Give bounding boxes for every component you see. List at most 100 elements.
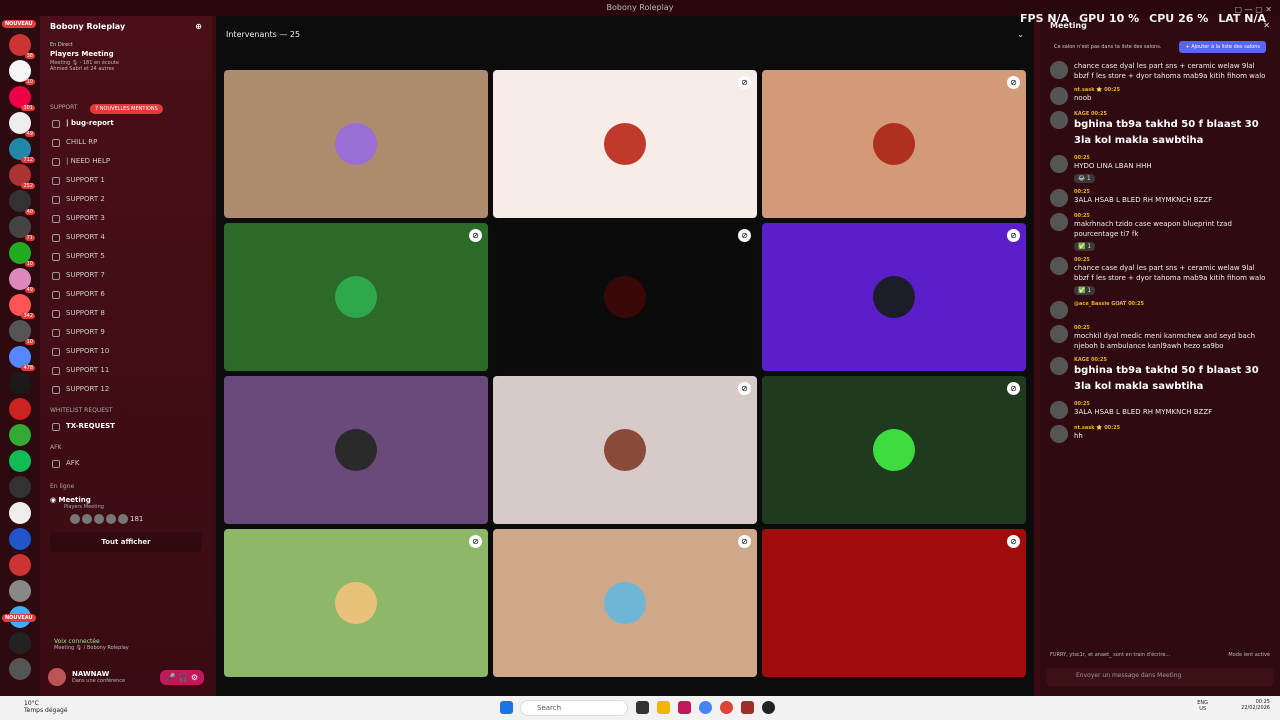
avatar[interactable] <box>1050 425 1068 443</box>
speaker-icon <box>52 459 60 468</box>
channel-item[interactable]: | NEED HELP <box>40 152 212 171</box>
server-icon[interactable] <box>9 658 31 680</box>
speaker-tile[interactable]: ⊘ <box>493 376 757 524</box>
channel-afk[interactable]: AFK <box>40 454 212 473</box>
avatar[interactable] <box>1050 257 1068 275</box>
server-icon[interactable] <box>9 502 31 524</box>
unread-badge: 10 <box>24 79 35 85</box>
speaker-tile[interactable]: ⊘ <box>224 529 488 677</box>
channel-item[interactable]: SUPPORT 2 <box>40 190 212 209</box>
meeting-channel[interactable]: ◉ Meeting <box>50 496 202 504</box>
category-afk[interactable]: AFK <box>40 442 212 454</box>
speaker-tile[interactable]: ⊘ <box>493 70 757 218</box>
server-header[interactable]: Bobony Roleplay ⊕ <box>40 16 212 40</box>
server-icon[interactable]: 10 <box>9 60 35 85</box>
speaker-tile[interactable]: ⊘ <box>762 70 1026 218</box>
avatar[interactable] <box>1050 325 1068 343</box>
channel-item[interactable]: SUPPORT 6 <box>40 285 212 304</box>
game-icon[interactable] <box>741 701 754 714</box>
avatar[interactable] <box>1050 111 1068 129</box>
server-icon[interactable]: 71 <box>9 216 35 241</box>
channel-item[interactable]: SUPPORT 8 <box>40 304 212 323</box>
window-title: Bobony Roleplay <box>606 3 674 12</box>
folder-icon[interactable] <box>657 701 670 714</box>
live-event-card[interactable]: En Direct Players Meeting Meeting 🎙 · 18… <box>40 40 212 74</box>
channel-item[interactable]: CHILL RP <box>40 133 212 152</box>
server-icon[interactable] <box>9 528 31 550</box>
category-whitelist[interactable]: WHITELIST REQUEST <box>40 405 212 417</box>
speaker-tile[interactable]: ⊘ <box>493 223 757 371</box>
avatar[interactable] <box>1050 213 1068 231</box>
server-icon[interactable] <box>9 398 31 420</box>
lock-icon <box>52 176 60 185</box>
avatar[interactable] <box>1050 61 1068 79</box>
task-view-icon[interactable] <box>636 701 649 714</box>
message-input[interactable]: Envoyer un message dans Meeting <box>1046 668 1274 686</box>
server-icon[interactable]: 712 <box>9 138 35 163</box>
channel-item[interactable]: SUPPORT 12 <box>40 380 212 399</box>
channel-item[interactable]: SUPPORT 4 <box>40 228 212 247</box>
server-icon[interactable] <box>9 450 31 472</box>
server-icon[interactable] <box>9 476 31 498</box>
reaction[interactable]: ✅ 1 <box>1074 242 1096 251</box>
avatar[interactable] <box>1050 357 1068 375</box>
chat-message: nt.sask ⭐ 00:25 noob <box>1040 84 1280 108</box>
server-icon[interactable]: 252 <box>9 164 35 189</box>
search-input[interactable]: Search <box>520 700 628 716</box>
server-icon[interactable]: 40 <box>9 190 35 215</box>
avatar[interactable] <box>1050 155 1068 173</box>
steam-icon[interactable] <box>762 701 775 714</box>
speaker-tile[interactable]: ⊘ <box>224 223 488 371</box>
message-author[interactable]: @ace_Bassie GOAT 00:25 <box>1074 301 1144 307</box>
chrome-icon[interactable] <box>699 701 712 714</box>
server-icon[interactable]: 10 <box>9 242 35 267</box>
channel-item[interactable]: SUPPORT 7 <box>40 266 212 285</box>
server-icon[interactable] <box>9 372 31 394</box>
speaker-tile[interactable]: ⊘ <box>493 529 757 677</box>
server-icon[interactable]: 38 <box>9 34 35 59</box>
server-icon[interactable]: 342 <box>9 294 35 319</box>
server-icon[interactable] <box>9 632 31 654</box>
lock-icon <box>52 271 60 280</box>
speaker-tile[interactable]: ⊘ <box>762 376 1026 524</box>
show-all-button[interactable]: Tout afficher <box>50 532 202 552</box>
channel-item[interactable]: SUPPORT 9 <box>40 323 212 342</box>
start-icon[interactable] <box>500 701 513 714</box>
channel-tx-request[interactable]: TX-REQUEST <box>40 417 212 436</box>
add-user-icon[interactable]: ⊕ <box>195 22 202 34</box>
speaker-tile[interactable] <box>224 70 488 218</box>
server-icon[interactable] <box>9 424 31 446</box>
new-mentions-badge[interactable]: 7 NOUVELLES MENTIONS <box>90 104 163 114</box>
reaction[interactable]: 😂 1 <box>1074 174 1095 183</box>
app-icon[interactable] <box>678 701 691 714</box>
speaker-tile[interactable] <box>224 376 488 524</box>
server-icon[interactable]: 49 <box>9 268 35 293</box>
avatar[interactable] <box>1050 401 1068 419</box>
server-icon[interactable]: 10 <box>9 320 35 345</box>
language-indicator[interactable]: ENG US <box>1197 700 1208 712</box>
avatar[interactable] <box>1050 87 1068 105</box>
channel-item[interactable]: SUPPORT 1 <box>40 171 212 190</box>
chevron-down-icon[interactable]: ⌄ <box>1017 30 1024 42</box>
avatar[interactable] <box>48 668 66 686</box>
channel-item[interactable]: SUPPORT 5 <box>40 247 212 266</box>
avatar[interactable] <box>1050 189 1068 207</box>
weather-widget[interactable]: 10°C Temps dégagé <box>24 700 68 714</box>
server-icon[interactable] <box>9 554 31 576</box>
add-channel-button[interactable]: + Ajouter à la liste des salons <box>1179 41 1266 53</box>
speaker-tile[interactable]: ⊘ <box>762 223 1026 371</box>
speaker-tile[interactable]: ⊘ <box>762 529 1026 677</box>
channel-item[interactable]: SUPPORT 10 <box>40 342 212 361</box>
channel-item[interactable]: SUPPORT 3 <box>40 209 212 228</box>
server-icon[interactable]: 49 <box>9 112 35 137</box>
avatar[interactable] <box>1050 301 1068 319</box>
server-icon[interactable]: 301 <box>9 86 35 111</box>
audio-controls[interactable]: 🎤 🎧 ⚙ <box>159 669 204 685</box>
clock[interactable]: 00:25 22/02/2026 <box>1241 699 1270 711</box>
browser-icon[interactable] <box>720 701 733 714</box>
reaction[interactable]: ✅ 1 <box>1074 286 1096 295</box>
server-icon[interactable] <box>9 580 31 602</box>
channel-item[interactable]: SUPPORT 11 <box>40 361 212 380</box>
channel-item[interactable]: | bug-report <box>40 114 212 133</box>
server-icon[interactable]: 478 <box>9 346 35 371</box>
